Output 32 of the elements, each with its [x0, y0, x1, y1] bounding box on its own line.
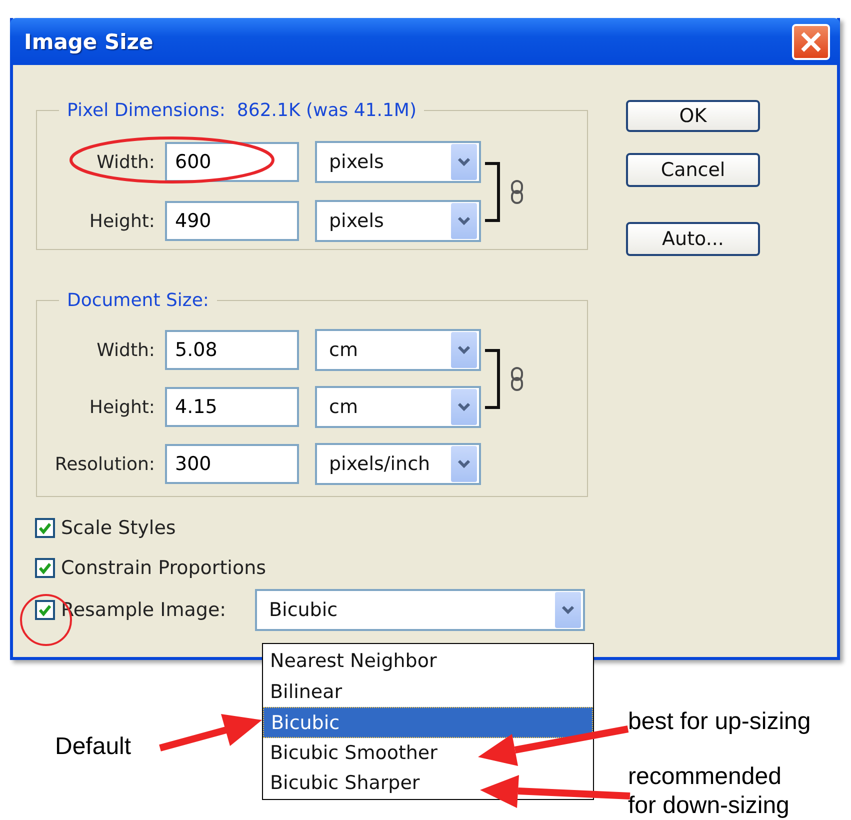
input-field[interactable]: 490 — [165, 201, 299, 241]
dropdown-option[interactable]: Bilinear — [263, 676, 593, 707]
dialog-button[interactable]: Cancel — [626, 153, 760, 187]
annotation-text: recommended for down-sizing — [628, 762, 790, 820]
unit-dropdown[interactable]: cm — [315, 329, 481, 371]
unit-dropdown[interactable]: cm — [315, 386, 481, 428]
field-label: Width: — [96, 340, 156, 360]
input-field[interactable]: 4.15 — [165, 387, 299, 427]
unit-dropdown[interactable]: pixels/inch — [315, 443, 481, 485]
annotation-text: best for up-sizing — [628, 707, 811, 736]
group-title: Document Size: — [66, 290, 210, 311]
field-label: Width: — [96, 152, 156, 172]
dropdown-option[interactable]: Bicubic Sharper — [263, 768, 593, 798]
dropdown-option[interactable]: Nearest Neighbor — [263, 646, 593, 676]
field-label: Height: — [88, 210, 156, 232]
unit-dropdown[interactable]: pixels — [315, 141, 481, 183]
dropdown-option[interactable]: Bicubic Smoother — [263, 738, 593, 768]
annotation-text: Default — [55, 732, 132, 761]
window-title: Image Size — [24, 30, 154, 54]
field-label: Height: — [88, 396, 156, 418]
group-title: Pixel Dimensions: 862.1K (was 41.1M) — [66, 100, 418, 121]
dialog-button[interactable]: OK — [626, 100, 760, 132]
input-field[interactable]: 300 — [165, 444, 299, 484]
dialog-button[interactable]: Auto... — [626, 222, 760, 256]
checkbox-label: Constrain Proportions — [61, 557, 266, 579]
dropdown-option[interactable]: Bicubic — [263, 707, 593, 738]
resample-dropdown[interactable]: Bicubic — [255, 589, 585, 631]
field-label: Resolution: — [54, 454, 156, 474]
unit-dropdown[interactable]: pixels — [315, 200, 481, 242]
checkbox-label: Scale Styles — [61, 517, 176, 539]
input-field[interactable]: 5.08 — [165, 330, 299, 370]
input-field[interactable]: 600 — [165, 142, 299, 182]
